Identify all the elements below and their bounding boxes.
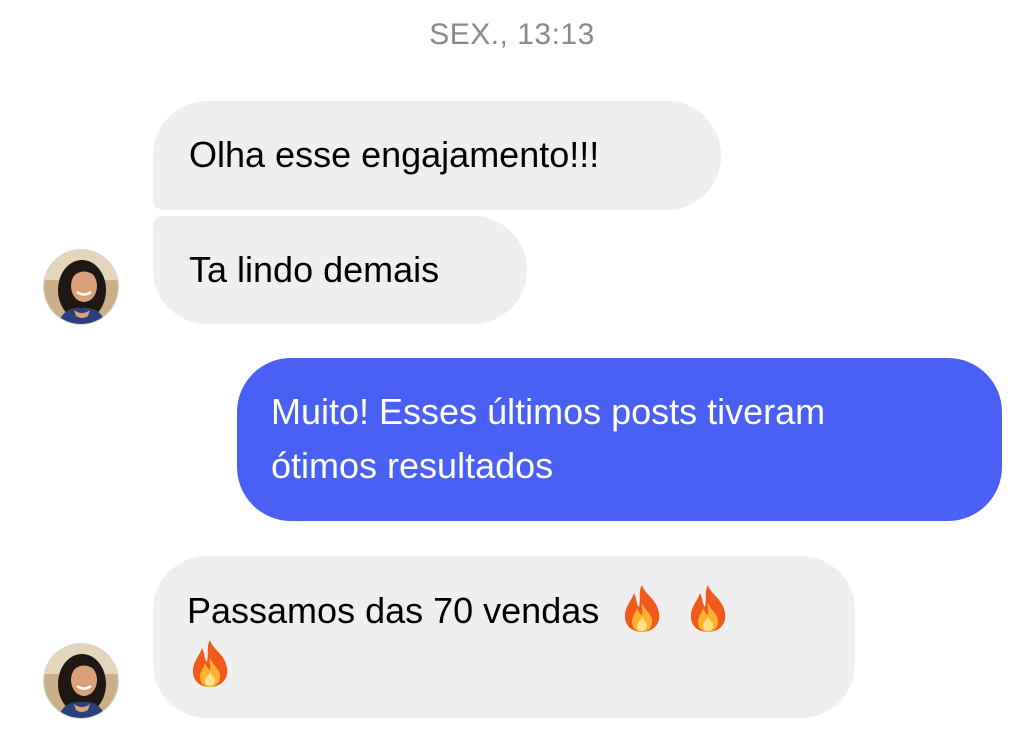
message-bubble-outgoing[interactable]: Muito! Esses últimos posts tiveram ótimo… — [237, 358, 1002, 521]
contact-avatar[interactable] — [44, 644, 118, 718]
message-text-line: ótimos resultados — [271, 445, 554, 486]
conversation-timestamp: SEX., 13:13 — [429, 18, 595, 51]
message-text-line: Muito! Esses últimos posts tiveram — [271, 391, 826, 432]
message-bubble-incoming[interactable]: Passamos das 70 vendas — [153, 556, 855, 718]
contact-avatar[interactable] — [44, 250, 118, 324]
message-text: Olha esse engajamento!!! — [189, 134, 600, 175]
contact-avatar-photo — [44, 250, 118, 324]
fire-icon — [187, 638, 233, 688]
message-bubble-incoming[interactable]: Olha esse engajamento!!! — [153, 101, 721, 210]
fire-icon — [619, 583, 665, 633]
message-bubble-incoming[interactable]: Ta lindo demais — [153, 216, 527, 324]
contact-avatar-photo — [44, 644, 118, 718]
message-text: Ta lindo demais — [189, 249, 440, 290]
fire-icon — [685, 583, 731, 633]
message-text: Passamos das 70 vendas — [187, 590, 600, 631]
